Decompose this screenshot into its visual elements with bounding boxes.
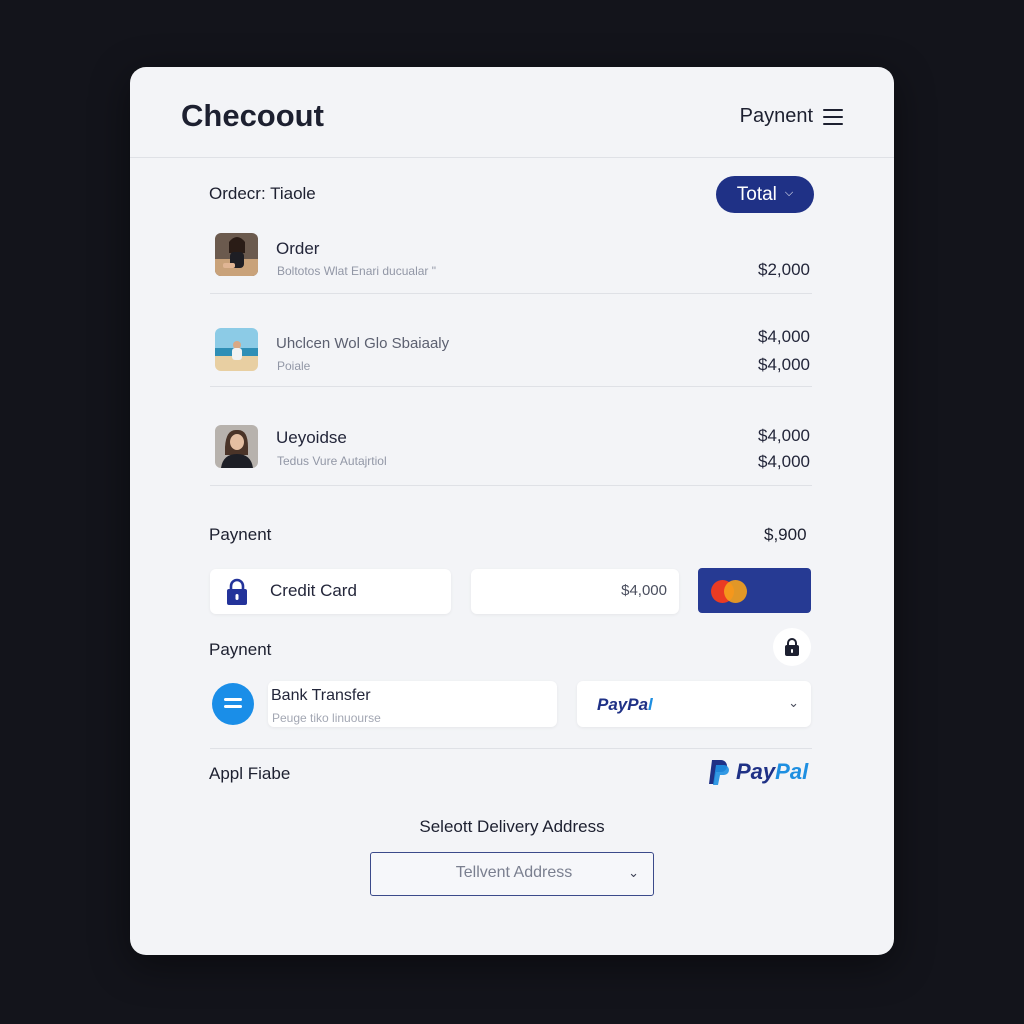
delivery-address-label: Seleott Delivery Address [419,817,605,836]
bank-icon[interactable] [212,683,254,725]
header-nav[interactable]: Paynent [740,105,843,128]
chevron-down-icon: ⌄ [788,695,799,710]
amount-field[interactable]: $4,000 [471,569,679,614]
item-price: $4,000 [758,426,810,445]
item-price: $4,000 [758,327,810,346]
paypal-icon [709,760,729,785]
checkout-card: Checoout Paynent Ordecr: Tiaole Total ⌵ … [130,67,894,955]
page-title: Checoout [181,98,324,133]
item-subtitle: Boltotos Wlat Enari ducualar " [277,264,436,278]
order-item[interactable]: Ueyoidse Tedus Vure Autajrtiol $4,000 $4… [210,386,812,486]
item-subtitle: Poiale [277,359,311,373]
item-name: Uhclcen Wol Glo Sbaiaaly [276,335,450,352]
product-thumbnail [215,328,258,371]
bank-transfer-label: Bank Transfer [271,687,371,704]
item-name: Order [276,239,320,258]
payment-amount: $,900 [764,525,807,544]
bank-transfer-option[interactable]: Bank Transfer Peuge tiko linuourse [268,681,557,727]
product-thumbnail [215,233,258,276]
mastercard-icon[interactable] [698,568,811,613]
paypal-logo[interactable]: PayPal [706,758,808,786]
apple-pay-label: Appl Fiabe [209,764,291,783]
credit-card-label: Credit Card [270,581,357,600]
chevron-down-icon: ⌵ [784,187,794,199]
payment-method-label: Paynent [209,640,272,659]
item-subtitle: Tedus Vure Autajrtiol [277,454,387,468]
order-section-label: Ordecr: Tiaole [209,184,316,203]
header-nav-label[interactable]: Paynent [740,105,813,128]
product-thumbnail [215,425,258,468]
credit-card-option[interactable]: Credit Card [210,569,451,614]
item-price-total: $4,000 [758,355,810,374]
total-button-label: Total [736,183,777,205]
payment-section-label: Paynent [209,525,272,544]
chevron-down-icon: ⌄ [628,865,639,880]
order-item[interactable]: Order Boltotos Wlat Enari ducualar " $2,… [210,227,812,294]
item-price: $2,000 [758,260,810,279]
delivery-address-select[interactable]: Tellvent Address ⌄ [370,852,654,896]
lock-icon[interactable] [773,628,811,666]
paypal-select[interactable]: PayPal ⌄ [577,681,811,727]
checkout-header: Checoout Paynent [130,67,894,158]
item-name: Ueyoidse [276,428,347,447]
lock-icon [224,577,250,612]
item-price-total: $4,000 [758,452,810,471]
divider [210,748,812,749]
hamburger-icon[interactable] [823,108,843,125]
paypal-select-value: PayPal [597,695,653,714]
order-item[interactable]: Uhclcen Wol Glo Sbaiaaly Poiale $4,000 $… [210,293,812,387]
total-dropdown-button[interactable]: Total ⌵ [716,176,814,213]
amount-field-value: $4,000 [621,582,667,599]
delivery-address-placeholder: Tellvent Address [455,864,573,881]
bank-transfer-sub: Peuge tiko linuourse [272,711,381,725]
